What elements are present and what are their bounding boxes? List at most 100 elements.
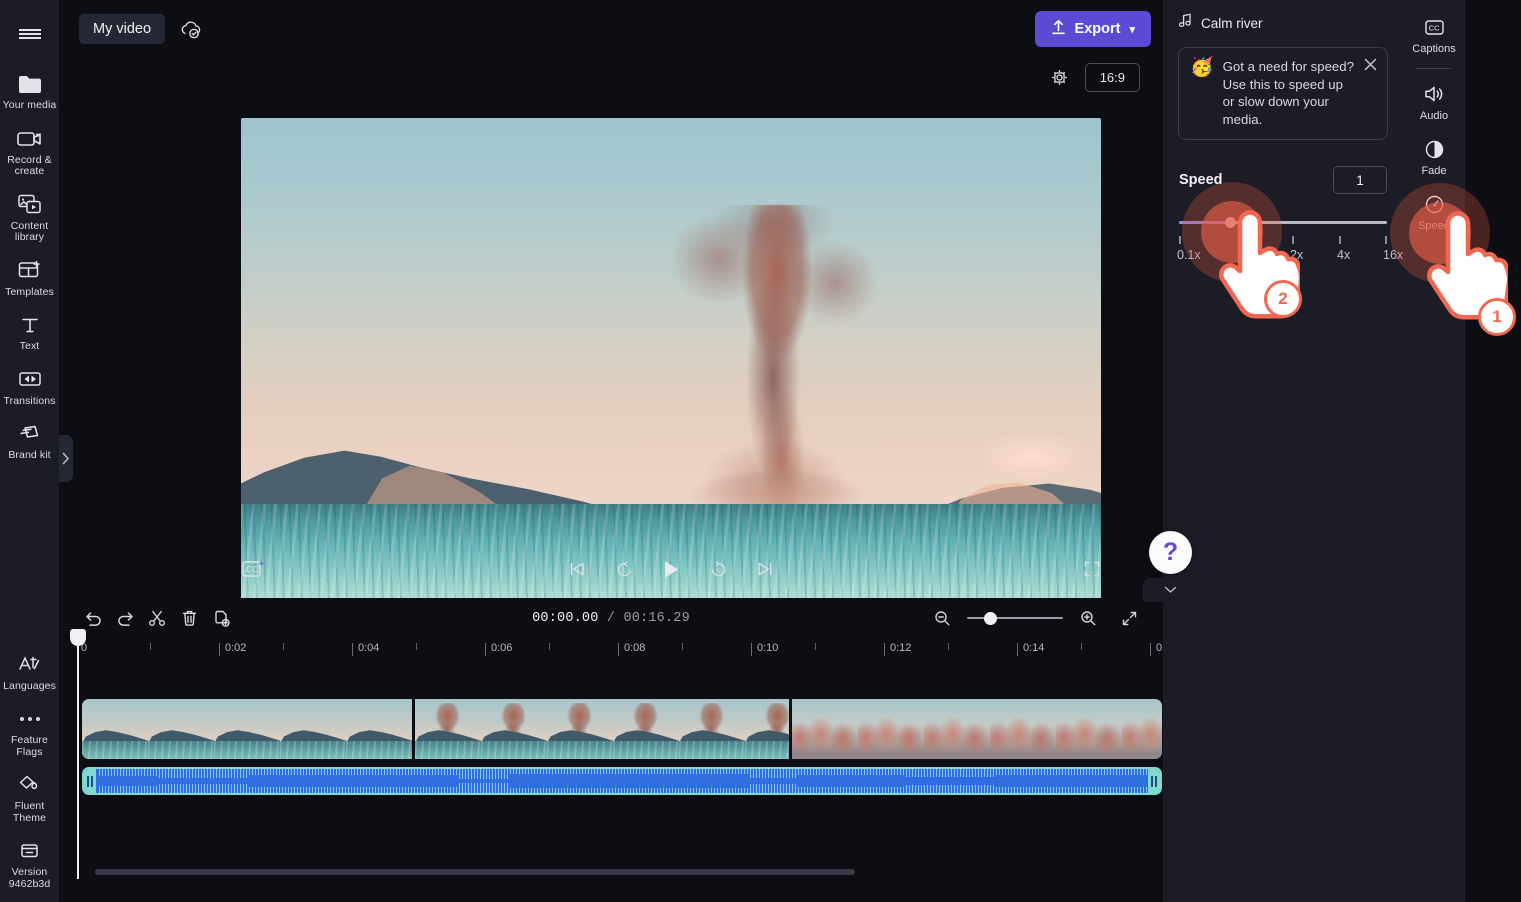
sidebar-item-content-library[interactable]: Content library — [1, 184, 59, 250]
playhead[interactable] — [70, 629, 86, 879]
timeline-zoom-slider[interactable] — [967, 611, 1063, 625]
trash-icon[interactable] — [173, 602, 205, 634]
cloud-check-icon[interactable] — [179, 20, 202, 39]
clip-thumbnail — [1056, 699, 1123, 759]
speedometer-icon — [1424, 191, 1445, 217]
fit-to-screen-icon[interactable] — [1113, 602, 1145, 634]
sidebar-item-brand-kit[interactable]: Brand kit — [1, 413, 59, 468]
timeline-zoom-controls — [926, 602, 1145, 634]
sidebar-label: Languages — [3, 679, 56, 692]
sidebar-item-feature-flags[interactable]: Feature Flags — [1, 696, 59, 762]
ruler-tick: 0:02 — [218, 642, 247, 656]
current-time: 00:00.00 — [532, 610, 599, 626]
topbar-right-group: Export ▾ — [1034, 11, 1151, 47]
sidebar-item-record-create[interactable]: Record & create — [1, 118, 59, 184]
right-tab-speed[interactable]: Speed — [1404, 183, 1464, 238]
right-tab-captions[interactable]: CC Captions — [1404, 6, 1464, 61]
sidebar-label: Brand kit — [8, 449, 51, 461]
project-title-input[interactable]: My video — [79, 14, 166, 44]
ruler-tick: 0:06 — [484, 642, 513, 656]
rewind-5-icon[interactable]: 5 — [611, 556, 637, 582]
audio-track[interactable] — [82, 767, 1162, 795]
redo-arrow-icon[interactable] — [109, 602, 141, 634]
svg-text:CC: CC — [1428, 23, 1439, 32]
video-preview[interactable] — [241, 118, 1101, 600]
sidebar-label: Your media — [2, 99, 57, 111]
timeline-ruler[interactable]: 0 0:02 0:04 0:06 0:08 0:10 0:12 0:14 0:1 — [77, 638, 1163, 664]
svg-text:5: 5 — [622, 567, 626, 574]
clip-thumbnail — [546, 699, 613, 759]
speed-tick-label: 4x — [1337, 248, 1351, 262]
zoom-slider-thumb[interactable] — [984, 611, 997, 625]
sidebar-item-languages[interactable]: Languages — [1, 642, 59, 697]
player-controls: CC 5 5 — [241, 548, 1101, 590]
chevron-down-icon: ▾ — [1129, 23, 1135, 36]
speed-slider[interactable] — [1179, 216, 1387, 230]
scissors-icon[interactable] — [141, 602, 173, 634]
sidebar-label: Templates — [5, 285, 54, 298]
ruler-tick: 0:12 — [883, 642, 912, 656]
speaker-icon — [1423, 81, 1446, 107]
selected-clip-header: Calm river — [1163, 0, 1403, 33]
step-badge: 1 — [1478, 298, 1516, 336]
preview-water-eruption — [636, 204, 912, 522]
zoom-out-icon[interactable] — [926, 602, 958, 634]
collapse-panel-chevron-down-icon[interactable] — [1143, 578, 1198, 602]
close-x-icon[interactable] — [1362, 56, 1378, 72]
play-icon[interactable] — [658, 556, 684, 582]
sidebar-item-transitions[interactable]: Transitions — [1, 359, 59, 414]
sidebar-item-text[interactable]: Text — [1, 304, 59, 359]
sidebar-item-your-media[interactable]: Your media — [1, 63, 59, 118]
total-time: 00:16.29 — [623, 610, 690, 626]
gear-icon[interactable] — [1050, 68, 1069, 87]
speed-tick-label: 0.1x — [1177, 248, 1201, 262]
scrollbar-thumb[interactable] — [95, 869, 855, 875]
help-question-icon: ? — [1162, 538, 1179, 566]
video-clip[interactable] — [792, 699, 1162, 759]
sidebar-item-fluent-theme[interactable]: Fluent Theme — [1, 762, 59, 828]
video-clip[interactable] — [414, 699, 790, 759]
skip-next-icon[interactable] — [752, 556, 778, 582]
clip-name: Calm river — [1201, 15, 1263, 31]
zoom-in-icon[interactable] — [1072, 602, 1104, 634]
hamburger-menu-icon[interactable] — [10, 17, 50, 51]
properties-panel: Calm river 🥳 Got a need for speed? Use t… — [1163, 0, 1403, 902]
forward-5-icon[interactable]: 5 — [705, 556, 731, 582]
left-sidebar: Your media Record & create Content libra… — [0, 0, 59, 902]
right-tab-label: Speed — [1418, 220, 1450, 232]
sidebar-item-version[interactable]: Version 9462b3d — [1, 828, 59, 894]
media-folder-icon — [17, 70, 43, 97]
video-track[interactable] — [82, 699, 1162, 759]
sidebar-label: Transitions — [3, 394, 56, 407]
speed-tip-callout: 🥳 Got a need for speed? Use this to spee… — [1178, 47, 1388, 140]
theme-paint-icon — [17, 771, 42, 798]
right-tab-fade[interactable]: Fade — [1404, 128, 1464, 183]
right-tab-label: Captions — [1412, 43, 1456, 55]
languages-icon — [17, 651, 42, 678]
timeline: 00:00.00 / 00:16.29 0 0:02 0:04 0:06 0:0… — [59, 598, 1163, 902]
clip-thumbnail — [612, 699, 679, 759]
help-button[interactable]: ? — [1149, 531, 1192, 574]
skip-previous-icon[interactable] — [564, 556, 590, 582]
svg-text:5: 5 — [716, 567, 720, 574]
clip-thumbnail — [346, 699, 412, 759]
speed-slider-thumb[interactable] — [1225, 217, 1236, 228]
audio-trim-handle-left[interactable] — [84, 769, 96, 793]
ruler-tick: 0:04 — [351, 642, 380, 656]
transitions-icon — [17, 366, 43, 393]
templates-grid-icon — [17, 257, 42, 284]
speed-label: Speed — [1179, 172, 1223, 188]
audio-trim-handle-right[interactable] — [1148, 769, 1160, 793]
timeline-horizontal-scrollbar[interactable] — [95, 869, 1165, 875]
timeline-toolbar: 00:00.00 / 00:16.29 — [59, 598, 1163, 638]
right-tab-audio[interactable]: Audio — [1404, 73, 1464, 128]
export-button[interactable]: Export ▾ — [1034, 11, 1151, 47]
duplicate-icon[interactable] — [205, 602, 237, 634]
cc-icon: CC — [1423, 14, 1446, 40]
sidebar-item-templates[interactable]: Templates — [1, 250, 59, 305]
clip-thumbnail — [1122, 699, 1162, 759]
speed-value-input[interactable] — [1333, 166, 1387, 194]
video-clip[interactable] — [82, 699, 412, 759]
expand-sidebar-chevron-right-icon[interactable] — [59, 435, 73, 482]
aspect-ratio-button[interactable]: 16:9 — [1084, 62, 1140, 92]
